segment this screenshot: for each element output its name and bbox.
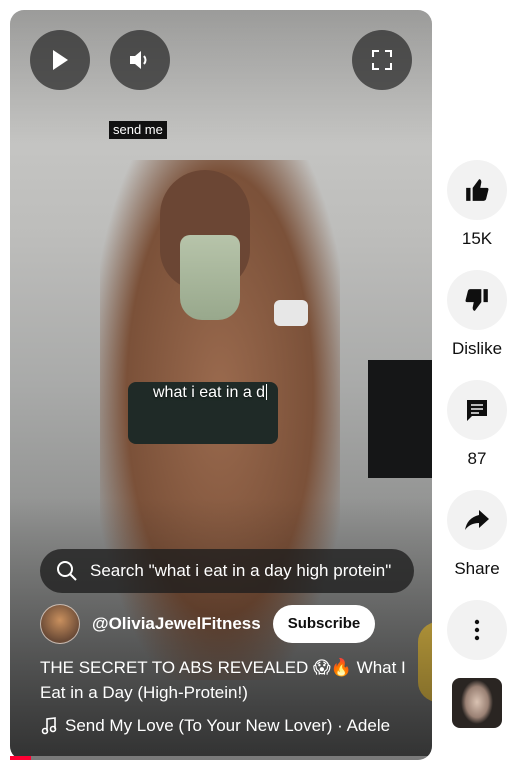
caption-text: what i eat in a d [153, 384, 266, 401]
sound-thumbnail[interactable] [452, 678, 502, 728]
like-count: 15K [461, 229, 493, 248]
music-link[interactable]: Send My Love (To Your New Lover) · Adele [41, 716, 390, 736]
subscribe-button[interactable]: Subscribe [272, 605, 376, 643]
search-suggestion-text: Search "what i eat in a day high protein… [90, 561, 392, 580]
dislike-label: Dislike [451, 339, 503, 358]
comment-action: 87 [447, 380, 507, 469]
progress-fill [10, 756, 32, 760]
fullscreen-icon [372, 50, 392, 70]
tooltip: send me [109, 121, 167, 139]
thumbs-up-icon [466, 179, 489, 201]
share-label: Share [454, 559, 500, 578]
comment-count: 87 [467, 449, 487, 468]
music-note-icon [41, 717, 57, 735]
fullscreen-button[interactable] [352, 30, 412, 90]
dislike-button[interactable] [447, 270, 507, 330]
share-action: Share [447, 490, 507, 579]
search-icon [57, 561, 77, 581]
music-label: Send My Love (To Your New Lover) · Adele [65, 716, 391, 735]
share-icon [465, 510, 489, 530]
volume-icon [130, 51, 147, 69]
video-player[interactable]: send me what i eat in a d Search "what i… [10, 10, 432, 760]
like-button[interactable] [447, 160, 507, 220]
comment-button[interactable] [447, 380, 507, 440]
more-button[interactable] [447, 600, 507, 660]
video-caption: what i eat in a d [153, 384, 268, 402]
dislike-action: Dislike [447, 270, 507, 359]
text-caret [266, 384, 268, 400]
search-suggestion[interactable]: Search "what i eat in a day high protein… [40, 549, 414, 593]
share-button[interactable] [447, 490, 507, 550]
play-button[interactable] [30, 30, 90, 90]
channel-avatar[interactable] [40, 604, 80, 644]
comment-icon [467, 400, 487, 421]
thumbs-down-icon [465, 289, 488, 311]
like-action: 15K [447, 160, 507, 249]
more-icon [474, 619, 480, 641]
play-icon [53, 50, 68, 70]
video-title[interactable]: THE SECRET TO ABS REVEALED 😱🔥 What I Eat… [40, 655, 410, 705]
channel-name[interactable]: @OliviaJewelFitness [92, 614, 261, 634]
mute-button[interactable] [110, 30, 170, 90]
progress-bar[interactable] [10, 756, 432, 760]
channel-row: @OliviaJewelFitness Subscribe [40, 603, 376, 645]
more-action [447, 600, 507, 660]
